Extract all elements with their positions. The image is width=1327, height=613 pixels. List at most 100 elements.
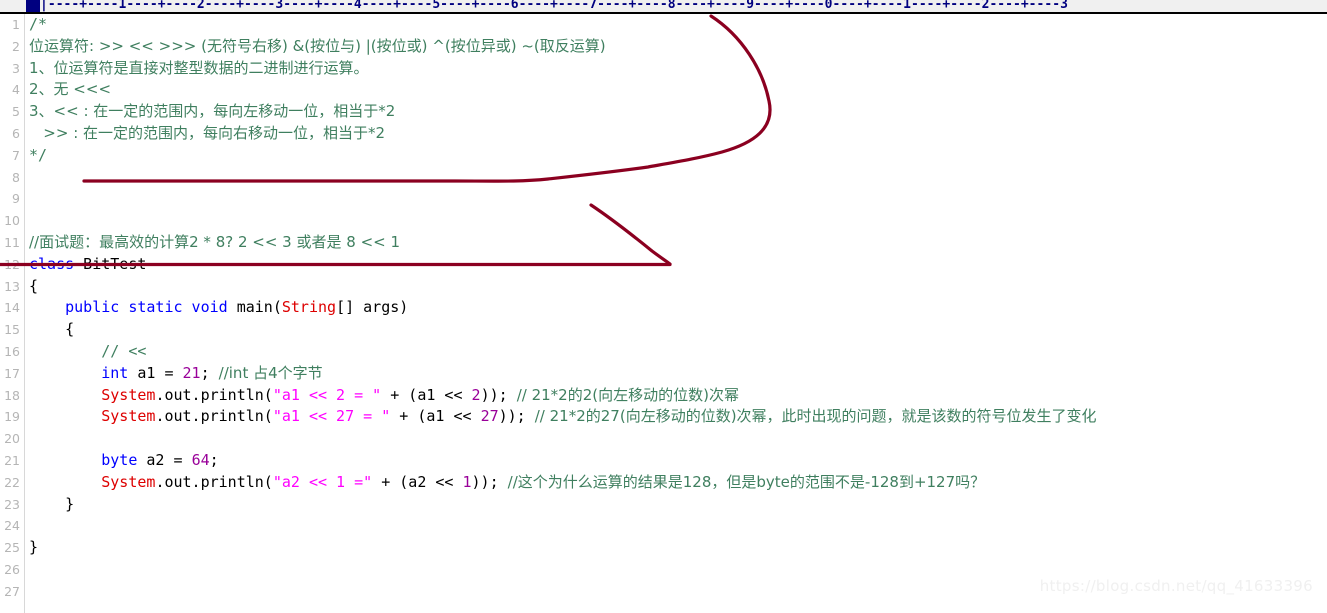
line-number: 23: [4, 496, 20, 512]
line-number: 18: [4, 387, 20, 403]
code-line[interactable]: >> : 在一定的范围内，每向右移动一位，相当于*2: [26, 123, 1327, 145]
line-number: 24: [4, 518, 20, 534]
code-line[interactable]: 2、无 <<<: [26, 79, 1327, 101]
token-comment: 3、<< : 在一定的范围内，每向左移动一位，相当于*2: [29, 102, 396, 121]
token-comment: //int 占4个字节: [218, 363, 323, 382]
code-line[interactable]: */: [26, 145, 1327, 167]
code-line[interactable]: [26, 167, 1327, 189]
token-keyword: byte: [101, 450, 138, 469]
token-plain: a2 =: [137, 450, 192, 469]
code-line[interactable]: public static void main(String[] args): [26, 297, 1327, 319]
token-plain: }: [29, 538, 39, 557]
line-number: 8: [12, 169, 20, 185]
token-comment: // <<: [101, 341, 147, 360]
line-number: 1: [12, 17, 20, 32]
token-comment: // 21*2的2(向左移动的位数)次幂: [516, 385, 739, 404]
token-number: 1: [462, 472, 472, 491]
code-line[interactable]: /*: [26, 14, 1327, 36]
token-comment: // 21*2的27(向左移动的位数)次幂，此时出现的问题，就是该数的符号位发生…: [534, 407, 1097, 426]
token-plain: .out.println(: [155, 472, 273, 491]
code-line[interactable]: [26, 515, 1327, 537]
line-number: 20: [4, 431, 20, 447]
line-number: 6: [12, 125, 20, 141]
token-plain: .out.println(: [155, 407, 273, 426]
code-line[interactable]: byte a2 = 64;: [26, 450, 1327, 472]
token-plain: + (a2 <<: [372, 472, 463, 491]
token-plain: a1 =: [128, 363, 183, 382]
line-number: 15: [4, 322, 20, 338]
code-line[interactable]: [26, 188, 1327, 210]
line-number: 5: [12, 104, 20, 120]
code-line[interactable]: //面试题：最高效的计算2 * 8? 2 << 3 或者是 8 << 1: [26, 232, 1327, 254]
code-line[interactable]: 位运算符: >> << >>> (无符号右移) &(按位与) |(按位或) ^(…: [26, 36, 1327, 58]
token-type: System: [101, 385, 156, 404]
token-comment: 位运算符: >> << >>> (无符号右移) &(按位与) |(按位或) ^(…: [29, 36, 606, 55]
code-line[interactable]: [26, 210, 1327, 232]
token-plain: ;: [200, 363, 219, 382]
token-number: 2: [471, 385, 481, 404]
token-keyword: public static void: [65, 298, 228, 317]
token-comment: */: [29, 145, 48, 164]
code-line[interactable]: }: [26, 537, 1327, 559]
token-plain: BitTest: [74, 254, 147, 273]
token-plain: + (a1 <<: [390, 407, 481, 426]
code-line[interactable]: 3、<< : 在一定的范围内，每向左移动一位，相当于*2: [26, 101, 1327, 123]
line-number: 11: [4, 234, 20, 250]
ruler-caret-marker: [26, 0, 40, 12]
token-comment: //面试题：最高效的计算2 * 8? 2 << 3 或者是 8 << 1: [29, 232, 401, 251]
token-plain: main(: [227, 298, 282, 317]
line-number: 21: [4, 452, 20, 468]
code-line[interactable]: int a1 = 21; //int 占4个字节: [26, 363, 1327, 385]
token-plain: {: [29, 276, 39, 295]
token-string: "a1 << 27 = ": [272, 407, 391, 426]
code-content[interactable]: /* 位运算符: >> << >>> (无符号右移) &(按位与) |(按位或) …: [26, 14, 1327, 613]
line-number: 4: [12, 82, 20, 98]
token-keyword: class: [29, 254, 75, 273]
code-line[interactable]: // <<: [26, 341, 1327, 363]
token-number: 27: [480, 407, 499, 426]
token-type: System: [101, 407, 156, 426]
line-number: 3: [12, 60, 20, 76]
column-ruler: |----+----1----+----2----+----3----+----…: [0, 0, 1327, 14]
line-number: 13: [4, 278, 20, 294]
code-line[interactable]: System.out.println("a2 << 1 =" + (a2 << …: [26, 472, 1327, 494]
code-line[interactable]: [26, 428, 1327, 450]
code-line[interactable]: class BitTest: [26, 254, 1327, 276]
token-string: "a2 << 1 =": [272, 472, 373, 491]
site-watermark: https://blog.csdn.net/qq_41633396: [1039, 577, 1313, 595]
token-plain: ));: [471, 472, 508, 491]
line-number: 16: [4, 343, 20, 359]
token-comment: /*: [29, 15, 48, 33]
token-comment: >> : 在一定的范围内，每向右移动一位，相当于*2: [29, 123, 386, 142]
code-line[interactable]: System.out.println("a1 << 2 = " + (a1 <<…: [26, 385, 1327, 407]
code-line[interactable]: 1、位运算符是直接对整型数据的二进制进行运算。: [26, 58, 1327, 80]
ruler-marks: |----+----1----+----2----+----3----+----…: [40, 0, 1068, 12]
line-number: 17: [4, 365, 20, 381]
line-number: 26: [4, 561, 20, 577]
token-comment: 2、无 <<<: [29, 80, 112, 99]
code-line[interactable]: System.out.println("a1 << 27 = " + (a1 <…: [26, 406, 1327, 428]
token-plain: ;: [209, 450, 219, 469]
token-number: 64: [191, 450, 210, 469]
code-line[interactable]: {: [26, 276, 1327, 298]
token-plain: + (a1 <<: [381, 385, 472, 404]
token-type: System: [101, 472, 156, 491]
line-number: 22: [4, 474, 20, 490]
token-keyword: int: [101, 363, 129, 382]
code-line[interactable]: }: [26, 494, 1327, 516]
token-plain: [] args): [336, 298, 409, 317]
line-number: 14: [4, 300, 20, 316]
code-editor: |----+----1----+----2----+----3----+----…: [0, 0, 1327, 613]
token-string: "a1 << 2 = ": [272, 385, 382, 404]
token-plain: ));: [480, 385, 517, 404]
line-number: 2: [12, 38, 20, 54]
token-plain: }: [29, 494, 75, 513]
token-comment: 1、位运算符是直接对整型数据的二进制进行运算。: [29, 58, 369, 77]
code-line[interactable]: {: [26, 319, 1327, 341]
